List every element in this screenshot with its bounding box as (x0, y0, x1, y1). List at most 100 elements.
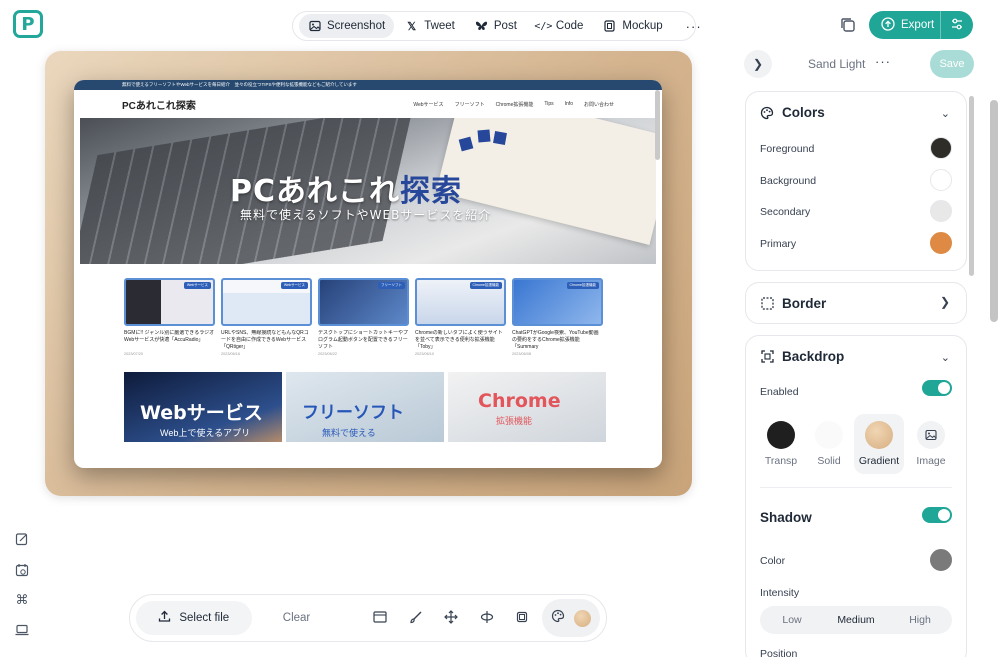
tab-post[interactable]: Post (466, 14, 526, 38)
rotate-tool-button[interactable] (469, 601, 504, 635)
export-label: Export (901, 19, 935, 31)
window-icon (373, 610, 387, 626)
move-icon (444, 609, 459, 627)
theme-more-button[interactable]: ··· (875, 54, 891, 69)
backdrop-header[interactable]: Backdrop (760, 349, 844, 364)
article-tag: Chrome拡張機能 (469, 282, 502, 289)
chevron-right-icon: ❯ (752, 57, 764, 71)
backdrop-option-gradient[interactable]: Gradient (854, 414, 904, 474)
collapse-panel-button[interactable]: ❯ (744, 50, 772, 78)
article-thumbnail: フリーソフト (318, 278, 409, 326)
solid-swatch (815, 421, 843, 449)
tab-label: Mockup (622, 20, 663, 32)
tab-label: Screenshot (327, 20, 386, 32)
hero-subtitle: 無料で使えるソフトやWEBサービスを紹介 (240, 208, 492, 222)
category-tile-subtitle: Web上で使えるアプリ (160, 428, 251, 438)
section-title: Border (782, 296, 827, 311)
position-label: Position (760, 648, 798, 657)
tab-label: Tweet (424, 20, 455, 32)
intensity-low[interactable]: Low (760, 614, 824, 626)
site-menu-item: Tips (544, 100, 554, 107)
export-button-group: Export (869, 11, 973, 39)
app-logo[interactable]: P (13, 10, 43, 38)
section-title: Backdrop (782, 349, 845, 364)
shadow-color-swatch[interactable] (930, 549, 952, 571)
frame-tool-button[interactable] (363, 601, 398, 635)
shadow-title: Shadow (760, 510, 812, 525)
shadow-enabled-toggle[interactable] (922, 507, 952, 523)
copy-icon[interactable] (839, 16, 857, 34)
option-label: Solid (817, 455, 841, 467)
backdrop-option-solid[interactable]: Solid (804, 414, 854, 474)
deco-square (493, 131, 507, 145)
primary-label: Primary (760, 238, 797, 250)
annotate-tool-button[interactable] (398, 601, 433, 635)
image-icon (917, 421, 945, 449)
backdrop-section: Backdrop ⌄ Enabled Transp Solid Gradient… (745, 335, 967, 657)
backdrop-option-image[interactable]: Image (906, 414, 956, 474)
article-tag: Webサービス (183, 282, 211, 289)
backdrop-option-transparent[interactable]: Transp (756, 414, 806, 474)
article-title: ChatGPTがGoogle検索、YouTube動画の要約をするChrome拡張… (512, 330, 599, 350)
save-button[interactable]: Save (930, 50, 974, 78)
article-date: 2023/06/08 (512, 352, 532, 356)
laptop-icon[interactable] (14, 622, 30, 638)
article-cards: Webサービス BGMに!! ジャンル別に厳選できるラジオWebサービスが快適「… (74, 264, 662, 356)
x-icon: 𝕏 (407, 20, 417, 33)
chevron-down-icon[interactable]: ⌄ (941, 107, 950, 120)
article-thumbnail: Webサービス (221, 278, 312, 326)
move-tool-button[interactable] (433, 601, 468, 635)
palette-icon (760, 106, 774, 120)
tab-code[interactable]: </> Code (528, 14, 593, 38)
export-settings-button[interactable] (941, 11, 973, 39)
site-menu-item: フリーソフト (454, 101, 485, 108)
clear-button[interactable]: Clear (270, 612, 324, 624)
primary-swatch[interactable] (930, 232, 952, 254)
theme-toggle-group[interactable] (541, 599, 601, 637)
edit-icon[interactable] (14, 531, 30, 547)
article-tag: フリーソフト (378, 282, 405, 289)
backdrop-enabled-toggle[interactable] (922, 380, 952, 396)
layout-tool-button[interactable] (504, 601, 539, 635)
theme-name[interactable]: Sand Light (808, 57, 865, 71)
article-card: Webサービス URLやSNS、無線接続などもんなQRコードを自由に作成できるW… (221, 278, 312, 356)
intensity-high[interactable]: High (888, 614, 952, 626)
panel-scrollbar[interactable] (969, 96, 974, 276)
intensity-segmented-control: Low Medium High (760, 606, 952, 634)
upload-icon (158, 610, 171, 626)
more-menu-button[interactable]: ··· (678, 14, 710, 38)
article-thumbnail: Chrome拡張機能 (415, 278, 506, 326)
timer-icon[interactable] (14, 562, 30, 578)
article-thumbnail: Chrome拡張機能 (512, 278, 603, 326)
intensity-label: Intensity (760, 587, 800, 599)
border-section[interactable]: Border ❯ (745, 282, 967, 324)
article-card: Chrome拡張機能 ChatGPTがGoogle検索、YouTube動画の要約… (512, 278, 603, 356)
intensity-medium[interactable]: Medium (824, 614, 888, 626)
code-icon: </> (534, 20, 553, 32)
tab-screenshot[interactable]: Screenshot (299, 14, 395, 38)
mode-tabs: Screenshot 𝕏 Tweet Post </> Code Mockup … (292, 11, 701, 41)
foreground-swatch[interactable] (930, 137, 952, 159)
tab-mockup[interactable]: Mockup (594, 14, 671, 38)
screenshot-canvas[interactable]: 無料で使えるフリーソフトやWebサービスを毎日紹介 並々の役立つTIPSや便利な… (45, 51, 692, 496)
chevron-down-icon[interactable]: ⌄ (941, 351, 950, 364)
command-icon[interactable]: ⌘ (14, 592, 30, 608)
secondary-swatch[interactable] (930, 200, 952, 222)
brush-icon (409, 610, 423, 627)
export-button[interactable]: Export (869, 11, 941, 39)
option-label: Transp (764, 455, 798, 467)
secondary-label: Secondary (760, 206, 811, 218)
site-header: PCあれこれ探索 Webサービス フリーソフト Chrome拡張機能 Tips … (74, 90, 662, 118)
focus-frame-icon (760, 350, 774, 364)
butterfly-icon (475, 20, 488, 33)
colors-header[interactable]: Colors (760, 105, 825, 120)
sliders-icon (950, 17, 964, 34)
page-scrollbar[interactable] (990, 100, 998, 322)
tab-tweet[interactable]: 𝕏 Tweet (396, 14, 464, 38)
select-file-label: Select file (179, 612, 230, 624)
background-swatch[interactable] (930, 169, 952, 191)
select-file-button[interactable]: Select file (136, 601, 252, 635)
category-tile-subtitle: 拡張機能 (496, 416, 533, 426)
article-date: 2023/06/10 (415, 352, 435, 356)
border-header: Border (760, 296, 826, 311)
